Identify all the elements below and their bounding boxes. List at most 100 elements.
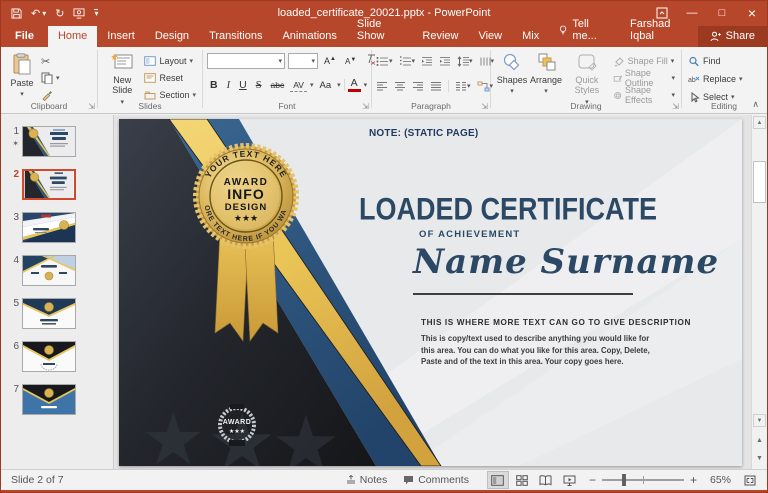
increase-indent-icon[interactable] <box>439 56 451 67</box>
align-right-icon[interactable] <box>412 81 424 92</box>
redo-button[interactable]: ↻ <box>55 7 64 20</box>
tab-transitions[interactable]: Transitions <box>199 26 272 47</box>
drawing-dialog-launcher[interactable]: ⇲ <box>672 102 679 111</box>
tell-me-label: Tell me... <box>572 18 608 42</box>
tab-home[interactable]: Home <box>48 26 97 47</box>
font-size-combobox[interactable]: ▾ <box>288 53 318 69</box>
line-spacing-icon[interactable]: ▾ <box>457 56 473 67</box>
description-heading[interactable]: THIS IS WHERE MORE TEXT CAN GO TO GIVE D… <box>421 318 691 327</box>
description-body[interactable]: This is copy/text used to describe anyth… <box>421 333 659 368</box>
previous-slide-button[interactable]: ▲ <box>753 434 766 447</box>
thumbnail-slide-3[interactable]: 3 <box>5 212 113 243</box>
collapse-ribbon-button[interactable]: ∧ <box>752 99 759 110</box>
shapes-button[interactable]: Shapes▾ <box>495 51 529 97</box>
character-spacing-button[interactable]: AV <box>290 79 307 92</box>
share-button[interactable]: Share <box>698 26 767 47</box>
font-name-combobox[interactable]: ▾ <box>207 53 285 69</box>
certificate-name[interactable]: Name Surname <box>413 242 719 282</box>
scroll-up-button[interactable]: ▲ <box>753 116 766 129</box>
reset-button[interactable]: Reset <box>144 71 196 85</box>
tab-mix[interactable]: Mix <box>512 26 549 47</box>
tell-me-box[interactable]: Tell me... <box>549 14 618 47</box>
tab-design[interactable]: Design <box>145 26 199 47</box>
scroll-down-button[interactable]: ▼ <box>753 414 766 427</box>
arrange-button[interactable]: Arrange▾ <box>529 51 563 97</box>
undo-button[interactable]: ↶▾ <box>31 7 46 20</box>
certificate-subtitle[interactable]: OF ACHIEVEMENT <box>419 229 520 240</box>
tab-view[interactable]: View <box>468 26 512 47</box>
comments-button[interactable]: Comments <box>399 472 473 488</box>
start-slideshow-icon[interactable] <box>73 8 85 19</box>
copy-button[interactable]: ▾ <box>41 71 60 85</box>
clipboard-dialog-launcher[interactable]: ⇲ <box>88 102 95 111</box>
zoom-slider[interactable] <box>602 479 684 481</box>
zoom-slider-thumb[interactable] <box>622 474 626 486</box>
underline-button[interactable]: U <box>236 78 250 92</box>
tab-slide-show[interactable]: Slide Show <box>347 14 413 47</box>
slide-indicator[interactable]: Slide 2 of 7 <box>7 474 64 486</box>
layout-button[interactable]: Layout▾ <box>144 54 196 68</box>
maximize-button[interactable]: □ <box>707 1 737 25</box>
customize-qat-button[interactable]: ▾ <box>94 9 98 18</box>
zoom-in-button[interactable]: + <box>690 473 697 487</box>
thumbnail-slide-6[interactable]: 6 <box>5 341 113 372</box>
text-shadow-button[interactable]: abc <box>268 79 288 91</box>
tab-insert[interactable]: Insert <box>97 26 145 47</box>
align-left-icon[interactable] <box>376 81 388 92</box>
section-button[interactable]: Section▾ <box>144 88 196 102</box>
paste-button[interactable]: Paste▾ <box>5 51 39 100</box>
ribbon-tabs: File Home Insert Design Transitions Anim… <box>1 25 767 47</box>
quick-styles-button[interactable]: Quick Styles▾ <box>563 51 611 108</box>
slideshow-view-button[interactable] <box>559 471 581 489</box>
new-slide-button[interactable]: New Slide▾ <box>102 51 142 108</box>
vertical-scrollbar[interactable]: ▲ ▼ ▲ ▼ <box>751 115 767 469</box>
paragraph-dialog-launcher[interactable]: ⇲ <box>481 102 488 111</box>
current-slide[interactable]: ★ ★ ★ YOUR TEXT HERE AWARD INFO <box>119 119 742 466</box>
certificate-title[interactable]: LOADED CERTIFICATE <box>359 191 649 228</box>
decrease-indent-icon[interactable] <box>421 56 433 67</box>
find-button[interactable]: Find <box>688 54 743 68</box>
shape-fill-button[interactable]: Shape Fill▾ <box>613 54 675 68</box>
change-case-button[interactable]: Aa <box>316 79 334 92</box>
normal-view-button[interactable] <box>487 471 509 489</box>
bold-button[interactable]: B <box>207 78 221 92</box>
font-color-button[interactable]: A <box>348 78 361 92</box>
zoom-out-button[interactable]: − <box>589 473 596 487</box>
numbering-icon[interactable]: ▾ <box>399 56 416 67</box>
columns-icon[interactable]: ▾ <box>455 81 471 92</box>
format-painter-button[interactable] <box>41 88 60 102</box>
font-dialog-launcher[interactable]: ⇲ <box>362 102 369 111</box>
tab-animations[interactable]: Animations <box>272 26 346 47</box>
fit-slide-to-window-button[interactable] <box>739 471 761 489</box>
justify-icon[interactable] <box>430 81 442 92</box>
slide-canvas[interactable]: ★ ★ ★ YOUR TEXT HERE AWARD INFO <box>114 115 751 469</box>
next-slide-button[interactable]: ▼ <box>753 452 766 465</box>
user-name[interactable]: Farshad Iqbal <box>618 14 698 47</box>
scrollbar-thumb[interactable] <box>753 161 766 203</box>
save-icon[interactable] <box>11 8 22 19</box>
thumbnail-slide-1[interactable]: 1✶ <box>5 126 113 157</box>
bullets-icon[interactable]: ▾ <box>376 56 393 67</box>
slide-sorter-view-button[interactable] <box>511 471 533 489</box>
reading-view-button[interactable] <box>535 471 557 489</box>
notes-button[interactable]: Notes <box>342 472 391 488</box>
decrease-font-size-button[interactable]: A▼ <box>342 56 359 67</box>
thumbnail-slide-4[interactable]: 4 <box>5 255 113 286</box>
thumbnail-slide-2[interactable]: 2 <box>5 169 113 200</box>
strikethrough-button[interactable]: S <box>253 79 265 92</box>
tab-review[interactable]: Review <box>412 26 468 47</box>
close-button[interactable]: × <box>737 1 767 25</box>
thumbnail-slide-7[interactable]: 7 <box>5 384 113 415</box>
increase-font-size-button[interactable]: A▲ <box>321 55 339 67</box>
slide-note-text[interactable]: NOTE: (STATIC PAGE) <box>369 128 478 139</box>
zoom-percentage[interactable]: 65% <box>705 474 731 486</box>
thumbnail-slide-5[interactable]: 5 <box>5 298 113 329</box>
group-paragraph: ▾ ▾ ▾ ▾ ▾ ▾ Paragraph ⇲ <box>372 47 490 113</box>
align-center-icon[interactable] <box>394 81 406 92</box>
shape-outline-button[interactable]: Shape Outline▾ <box>613 71 675 85</box>
cut-button[interactable]: ✂ <box>41 54 60 68</box>
replace-button[interactable]: ab Replace▾ <box>688 72 743 86</box>
shape-effects-button[interactable]: Shape Effects▾ <box>613 88 675 102</box>
italic-button[interactable]: I <box>224 79 234 92</box>
tab-file[interactable]: File <box>1 26 48 47</box>
